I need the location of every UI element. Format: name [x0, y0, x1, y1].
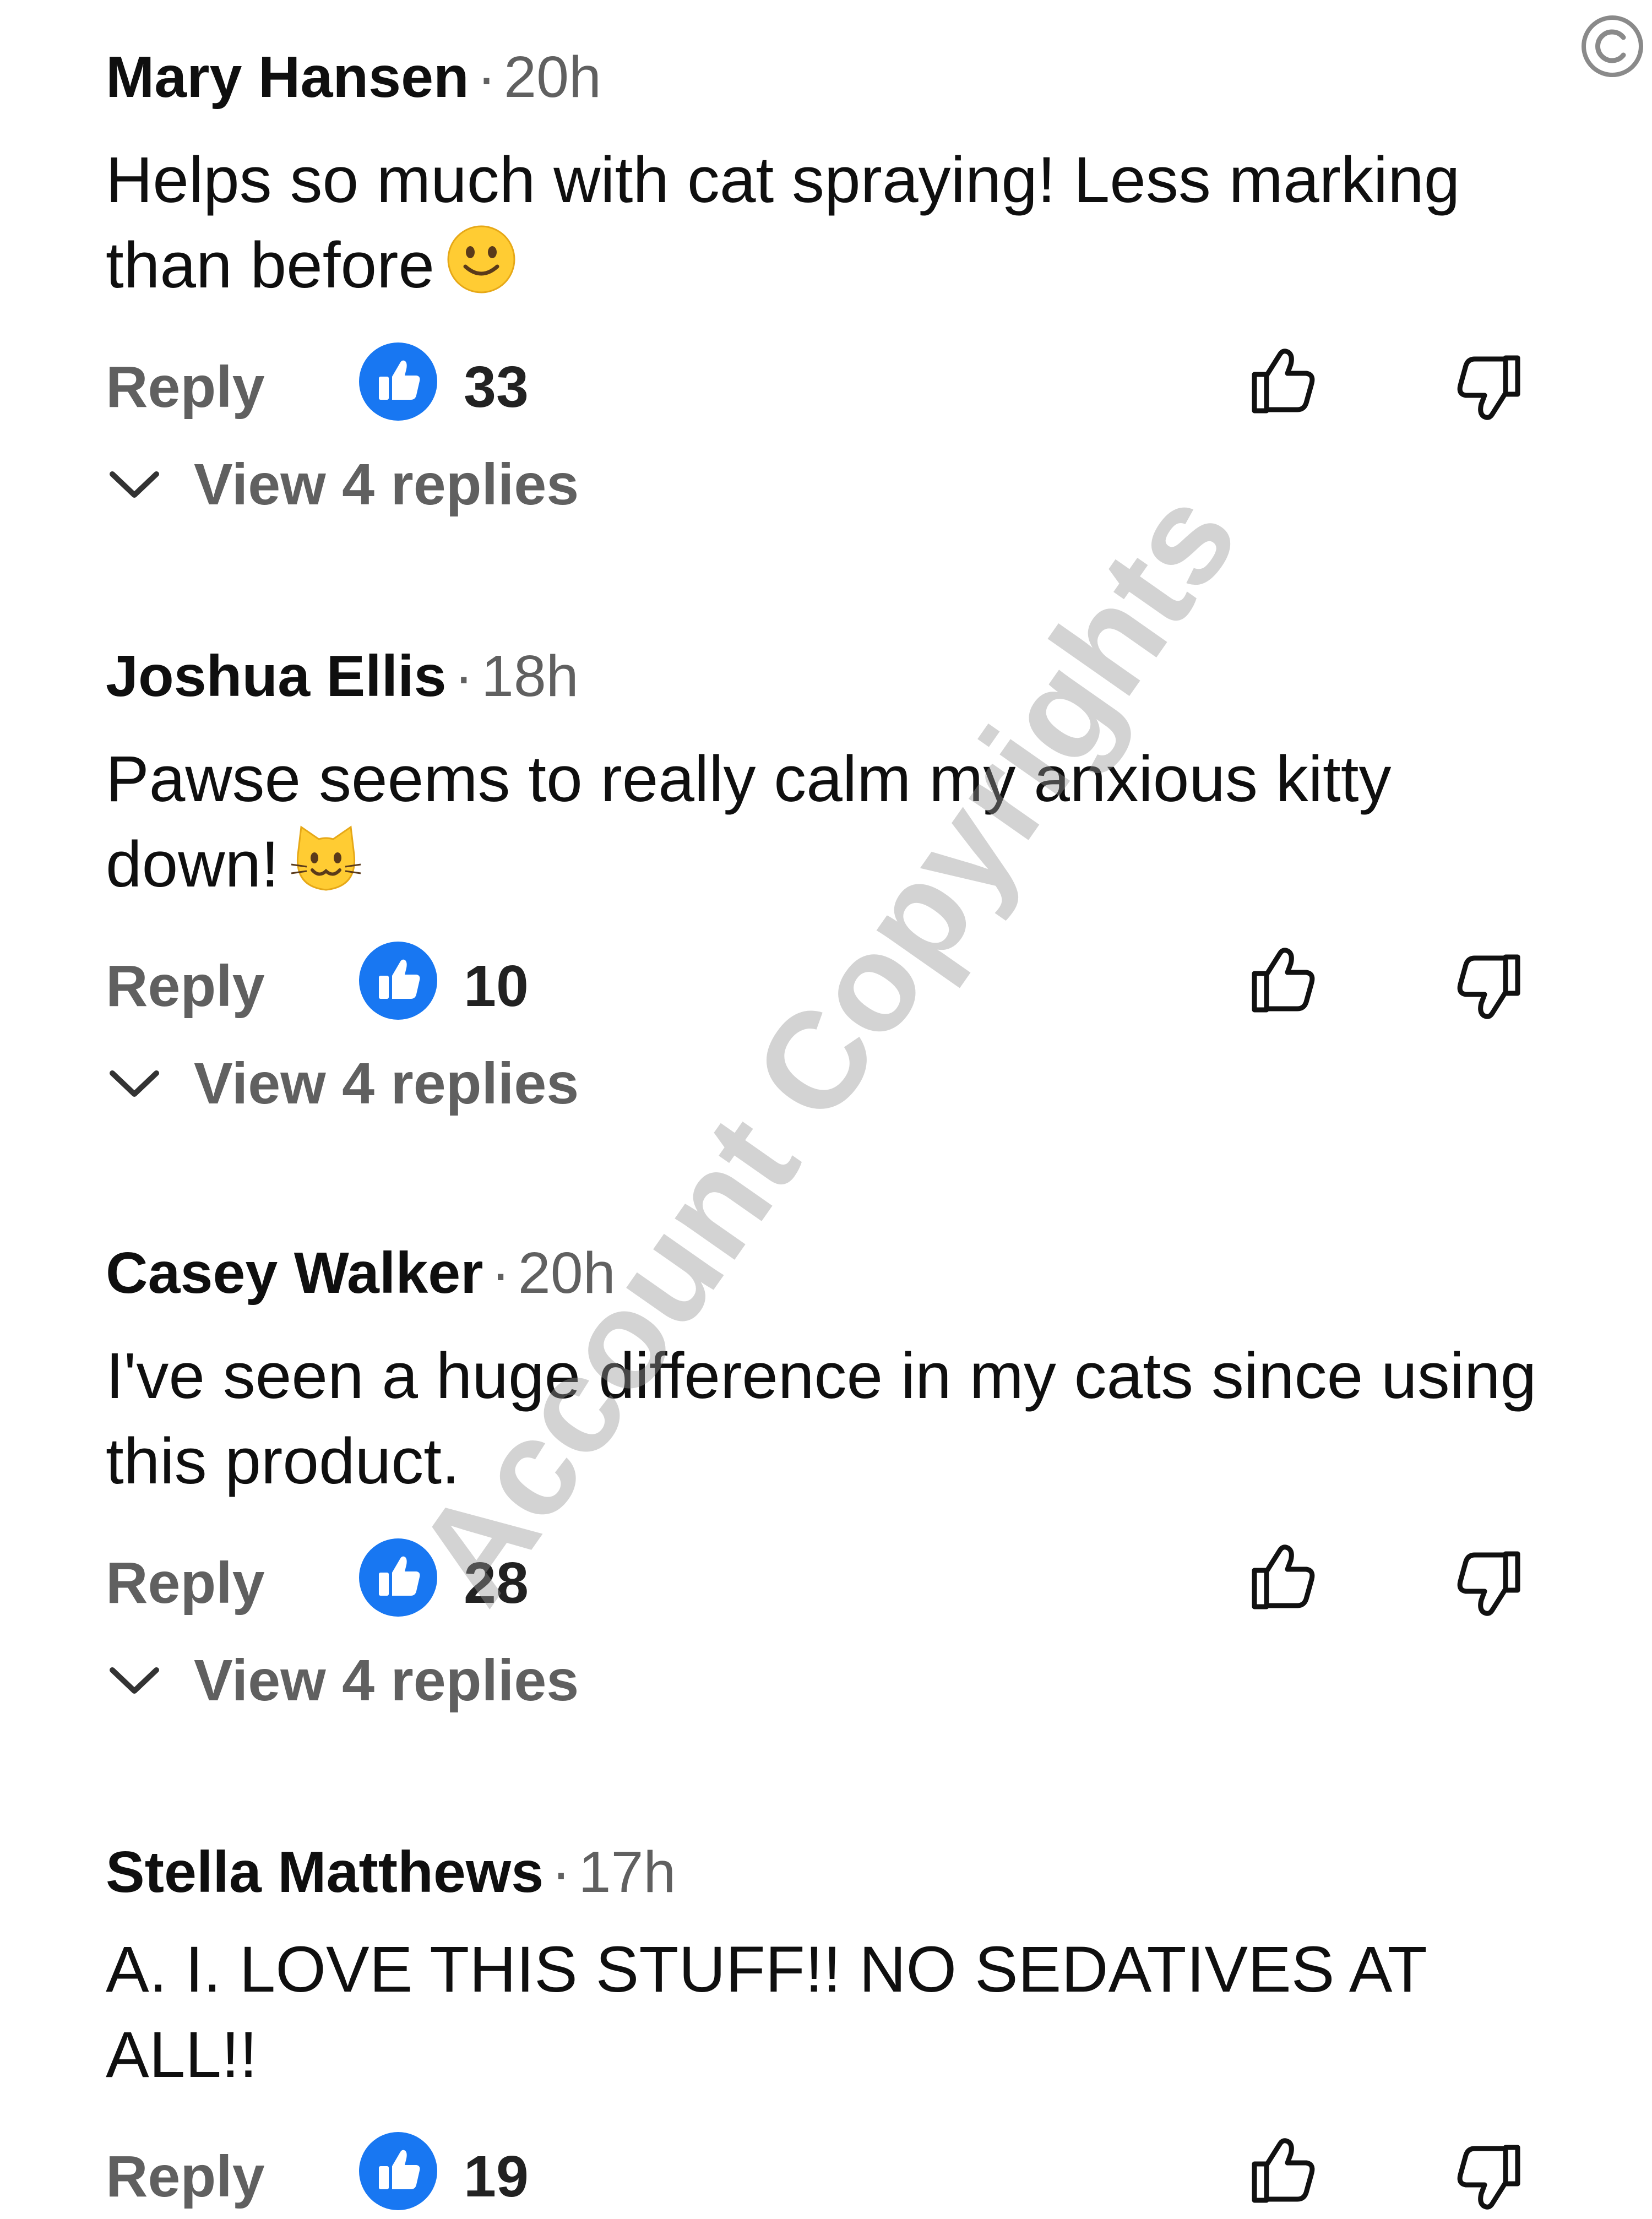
comment-author[interactable]: Stella Matthews	[106, 1843, 544, 1901]
thumb-up-icon[interactable]	[1240, 1535, 1323, 1618]
view-replies-button[interactable]: View 4 replies	[106, 452, 579, 518]
reply-button[interactable]: Reply	[106, 2147, 265, 2206]
like-badge-icon	[359, 1538, 437, 1617]
chevron-down-icon	[110, 1070, 159, 1097]
chevron-down-icon	[110, 471, 159, 498]
comment-author[interactable]: Joshua Ellis	[106, 647, 447, 705]
comment-time: 18h	[481, 644, 579, 709]
like-count: 28	[464, 1551, 529, 1616]
view-replies-label: View 4 replies	[194, 452, 579, 517]
comment-text: A. I. LOVE THIS STUFF!! NO SEDATIVES AT …	[106, 1933, 1426, 2091]
thumb-down-icon[interactable]	[1449, 347, 1532, 429]
like-count: 19	[464, 2144, 529, 2209]
like-count: 10	[464, 954, 529, 1019]
like-count: 33	[464, 355, 529, 420]
view-replies-label: View 4 replies	[194, 1647, 579, 1713]
comment-header: Joshua Ellis · 18h	[106, 638, 1593, 715]
separator-dot: ·	[454, 644, 474, 709]
comment-text: I've seen a huge difference in my cats s…	[106, 1340, 1537, 1498]
like-badge-icon	[359, 2132, 437, 2210]
comment-header: Mary Hansen · 20h	[106, 39, 1593, 116]
like-badge-icon	[359, 342, 437, 421]
chevron-down-icon	[110, 1667, 159, 1694]
comment-header: Casey Walker · 20h	[106, 1234, 1593, 1312]
comment-actions: Reply 10 View 4 replies	[106, 938, 1593, 1116]
comment-card: Mary Hansen · 20h Helps so much with cat…	[106, 39, 1593, 517]
comment-body: Helps so much with cat spraying! Less ma…	[106, 144, 1460, 302]
thumb-down-icon[interactable]	[1449, 946, 1532, 1029]
reply-button[interactable]: Reply	[106, 358, 265, 416]
reply-button[interactable]: Reply	[106, 957, 265, 1015]
thumb-down-icon[interactable]	[1449, 2136, 1532, 2219]
separator-dot: ·	[551, 1840, 571, 1905]
view-replies-button[interactable]: View 4 replies	[106, 1051, 579, 1117]
separator-dot: ·	[491, 1241, 510, 1306]
comment-card: Casey Walker · 20h I've seen a huge diff…	[106, 1234, 1593, 1713]
smiling-cat-face-emoji	[291, 825, 361, 891]
view-replies-label: View 4 replies	[194, 1051, 579, 1116]
comment-text: Helps so much with cat spraying! Less ma…	[106, 138, 1571, 308]
reply-button[interactable]: Reply	[106, 1554, 265, 1612]
thumb-down-icon[interactable]	[1449, 1543, 1532, 1625]
like-badge-icon	[359, 942, 437, 1020]
comment-text: Pawse seems to really calm my anxious ki…	[106, 737, 1571, 907]
comment-author[interactable]: Mary Hansen	[106, 48, 469, 106]
comment-time: 20h	[518, 1241, 616, 1306]
comment-actions: Reply 28 View 4 replies	[106, 1535, 1593, 1713]
comment-card: Joshua Ellis · 18h Pawse seems to really…	[106, 638, 1593, 1116]
comment-header: Stella Matthews · 17h	[106, 1834, 1593, 1911]
comment-author[interactable]: Casey Walker	[106, 1244, 483, 1302]
comment-time: 20h	[504, 45, 601, 110]
comment-card: Stella Matthews · 17h A. I. LOVE THIS ST…	[106, 1834, 1593, 2217]
thumb-up-icon[interactable]	[1240, 2129, 1323, 2211]
thumb-up-icon[interactable]	[1240, 938, 1323, 1021]
thumb-up-icon[interactable]	[1240, 339, 1323, 422]
slightly-smiling-face-emoji	[447, 225, 515, 293]
comment-time: 17h	[578, 1840, 676, 1905]
separator-dot: ·	[476, 45, 497, 110]
comment-actions: Reply 19	[106, 2129, 1593, 2217]
view-replies-button[interactable]: View 4 replies	[106, 1647, 579, 1714]
comment-actions: Reply 33 View 4 replies	[106, 339, 1593, 517]
